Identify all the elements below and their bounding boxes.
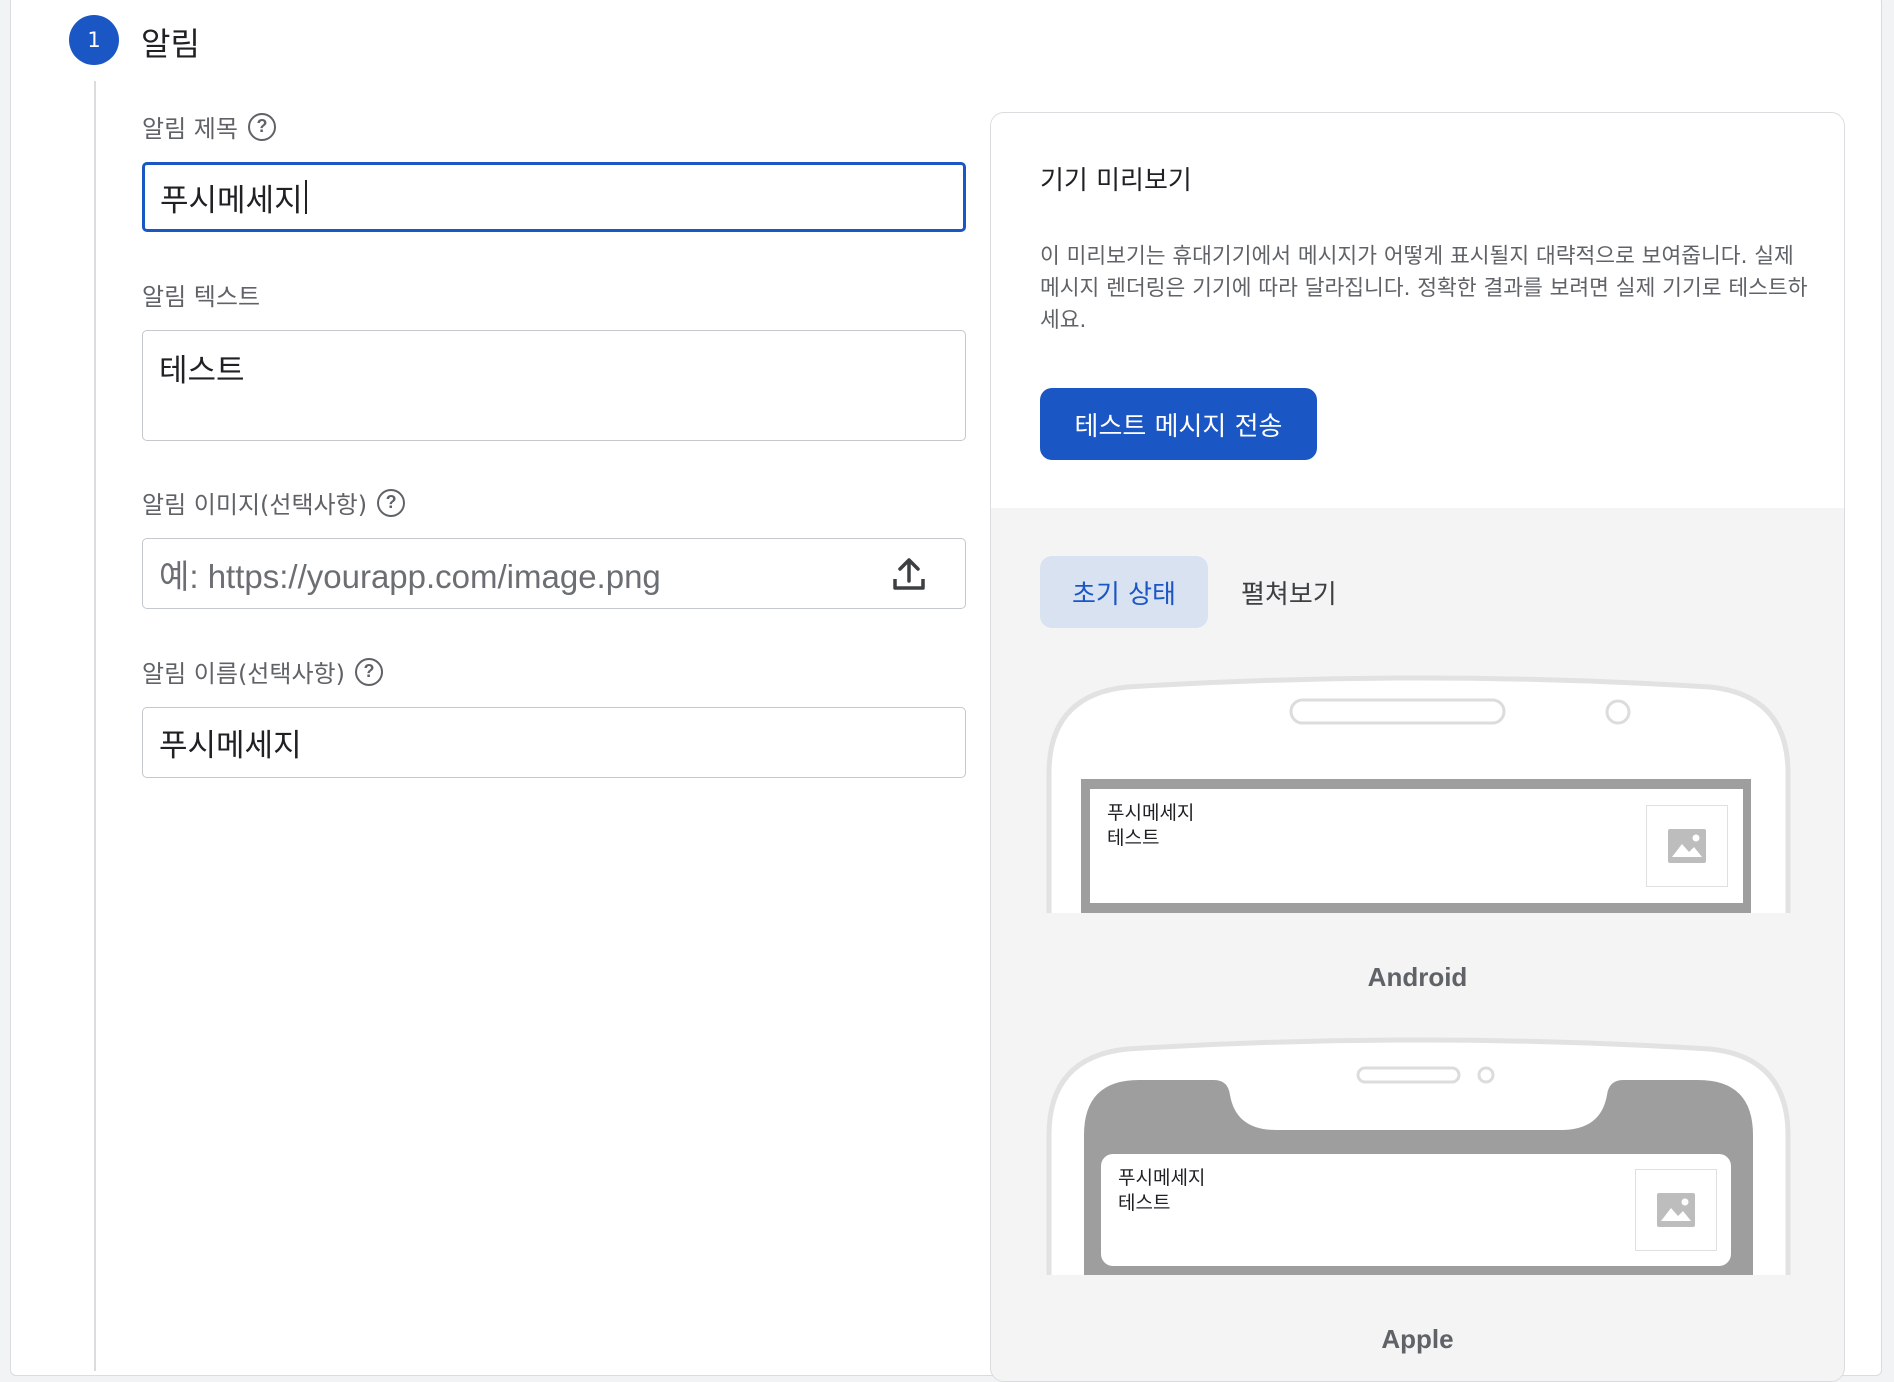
android-label: Android: [1367, 962, 1468, 992]
help-circle-icon[interactable]: ?: [355, 657, 383, 686]
tab-expanded[interactable]: 펼쳐보기: [1241, 556, 1337, 628]
text-label: 알림 텍스트: [142, 283, 261, 311]
step-connector-line: [94, 81, 96, 1371]
step-number: 1: [87, 28, 101, 52]
title-input[interactable]: 푸시메세지: [142, 162, 966, 232]
apple-notification-image: [1635, 1169, 1717, 1251]
title-label: 알림 제목: [142, 115, 238, 143]
title-input-value: 푸시메세지: [160, 182, 303, 219]
name-label-row: 알림 이름(선택사항) ?: [142, 654, 383, 689]
image-label-row: 알림 이미지(선택사항) ?: [142, 485, 406, 520]
image-url-input[interactable]: 예: https://yourapp.com/image.png: [142, 538, 854, 609]
image-icon: [1657, 1193, 1695, 1227]
apple-label: Apple: [1381, 1324, 1454, 1354]
android-notification-title: 푸시메세지: [1107, 802, 1195, 824]
android-notification: 푸시메세지 테스트: [1090, 789, 1743, 903]
name-input-value: 푸시메세지: [159, 728, 302, 764]
step-title: 알림: [141, 25, 200, 63]
name-label: 알림 이름(선택사항): [142, 660, 345, 688]
help-circle-icon[interactable]: ?: [377, 488, 406, 517]
preview-title: 기기 미리보기: [1040, 166, 1192, 196]
upload-icon: [893, 557, 925, 590]
text-input[interactable]: 테스트: [142, 330, 966, 441]
tab-initial-state[interactable]: 초기 상태: [1040, 556, 1208, 628]
upload-button[interactable]: [853, 538, 966, 609]
title-label-row: 알림 제목 ?: [142, 109, 276, 144]
image-url-placeholder: 예: https://yourapp.com/image.png: [159, 557, 661, 595]
android-notification-image: [1646, 805, 1728, 887]
name-input[interactable]: 푸시메세지: [142, 707, 966, 778]
image-label: 알림 이미지(선택사항): [142, 491, 368, 519]
device-preview-panel: 기기 미리보기 이 미리보기는 휴대기기에서 메시지가 어떻게 표시될지 대략적…: [990, 112, 1845, 1382]
image-icon: [1668, 829, 1706, 863]
text-caret: [304, 180, 307, 214]
apple-notification-text: 테스트: [1118, 1192, 1171, 1214]
notification-step-card: 1 알림 알림 제목 ? 푸시메세지 알림 텍스트 테스트 알림 이미지(선택사…: [10, 0, 1882, 1382]
apple-notification: 푸시메세지 테스트: [1101, 1154, 1731, 1266]
help-circle-icon[interactable]: ?: [247, 112, 276, 141]
preview-header: 기기 미리보기 이 미리보기는 휴대기기에서 메시지가 어떻게 표시될지 대략적…: [991, 113, 1844, 508]
text-input-value: 테스트: [159, 353, 245, 389]
send-test-message-button[interactable]: 테스트 메시지 전송: [1040, 388, 1317, 460]
preview-description: 이 미리보기는 휴대기기에서 메시지가 어떻게 표시될지 대략적으로 보여줍니다…: [1040, 244, 1808, 333]
apple-notification-title: 푸시메세지: [1118, 1167, 1206, 1189]
step-number-badge: 1: [69, 15, 119, 65]
text-label-row: 알림 텍스트: [142, 277, 260, 312]
android-notification-text: 테스트: [1107, 827, 1160, 849]
